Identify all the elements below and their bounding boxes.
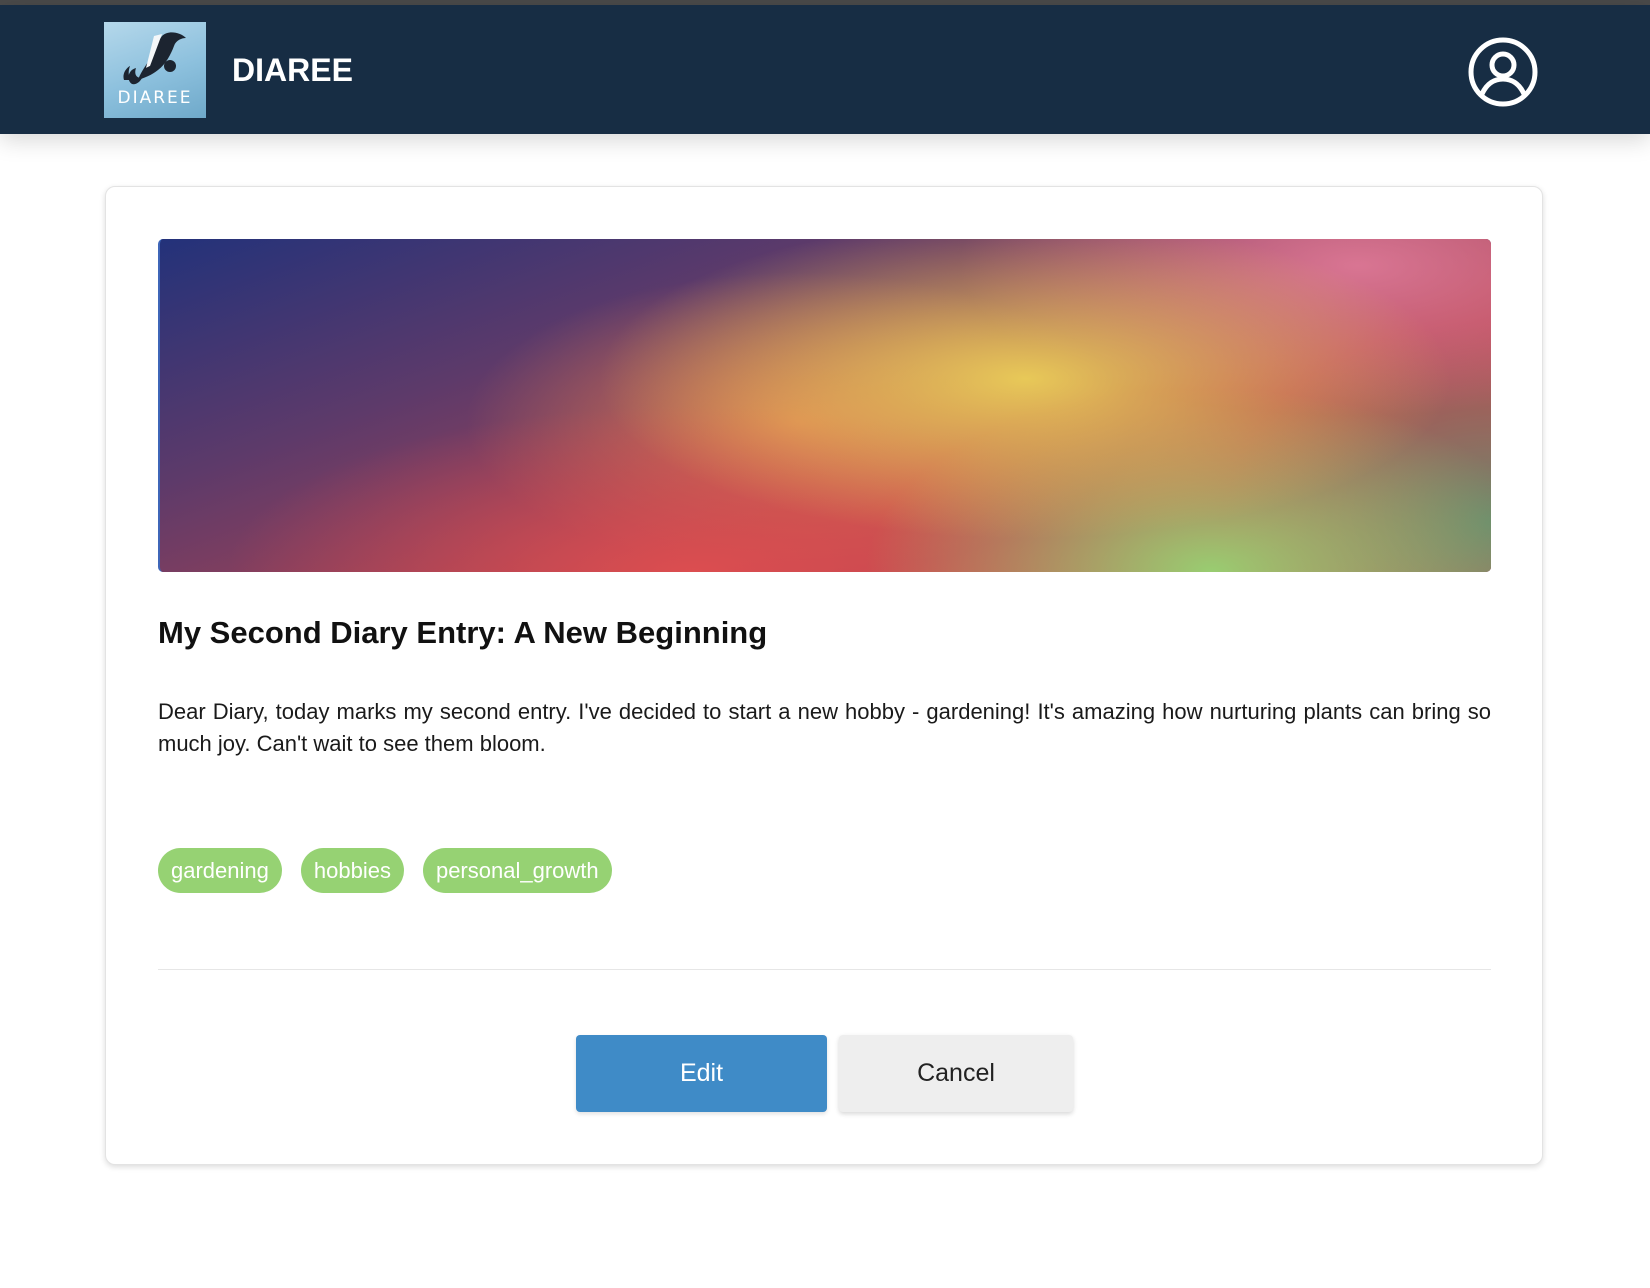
diary-entry-card: My Second Diary Entry: A New Beginning D… [105,186,1543,1165]
tag-list: gardening hobbies personal_growth [158,848,612,893]
entry-title: My Second Diary Entry: A New Beginning [158,615,768,650]
logo-text: DIAREE [117,88,193,108]
tag-gardening[interactable]: gardening [158,848,282,893]
divider [158,969,1491,970]
user-account-button[interactable] [1467,36,1539,108]
entry-cover-image [158,239,1491,572]
navbar: DIAREE DIAREE [0,5,1650,134]
brand-name[interactable]: DIAREE [232,52,353,89]
cancel-button[interactable]: Cancel [839,1035,1073,1112]
user-circle-icon [1468,37,1538,107]
app-logo[interactable]: DIAREE [104,22,206,118]
tag-personal-growth[interactable]: personal_growth [422,848,612,893]
edit-button[interactable]: Edit [576,1035,827,1112]
tag-hobbies[interactable]: hobbies [300,848,404,893]
entry-body: Dear Diary, today marks my second entry.… [158,699,1491,756]
